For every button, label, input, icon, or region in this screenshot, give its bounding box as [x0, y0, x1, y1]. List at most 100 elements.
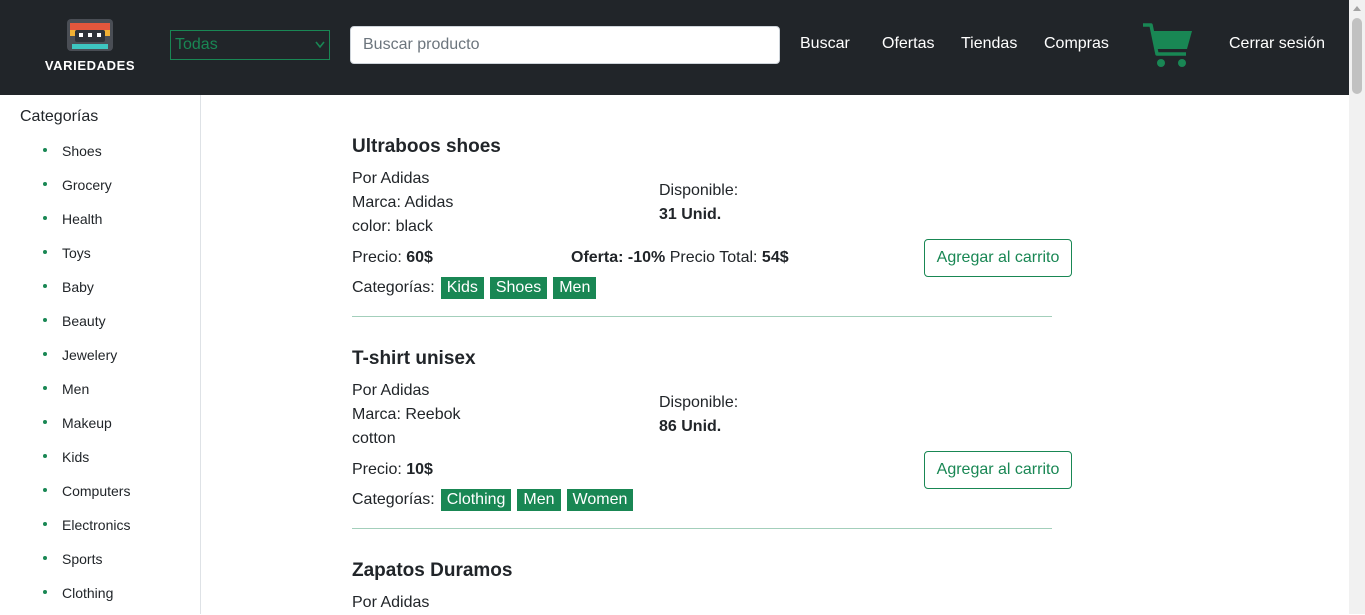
sidebar-item-electronics[interactable]: Electronics: [0, 513, 200, 547]
product-card: Ultraboos shoes Por Adidas Marca: Adidas…: [352, 136, 1072, 336]
sidebar-item-label: Makeup: [62, 415, 112, 431]
sidebar-item-label: Electronics: [62, 517, 131, 533]
bullet-icon: [43, 522, 47, 526]
sidebar-item-label: Clothing: [62, 585, 114, 601]
bullet-icon: [43, 284, 47, 288]
product-title[interactable]: Ultraboos shoes: [352, 136, 501, 158]
sidebar-item-label: Grocery: [62, 177, 112, 193]
category-badge[interactable]: Men: [517, 489, 561, 511]
offer-value: -10%: [627, 249, 666, 266]
navbar: VARIEDADES Todas Buscar producto Buscar …: [0, 0, 1349, 95]
bullet-icon: [43, 556, 47, 560]
search-placeholder: Buscar producto: [363, 36, 480, 53]
price-label: Precio:: [352, 461, 402, 478]
search-input[interactable]: Buscar producto: [350, 26, 780, 64]
add-to-cart-button[interactable]: Agregar al carrito: [924, 451, 1072, 489]
price-line: Precio: 10$: [352, 461, 433, 479]
availability-value: 86 Unid.: [659, 418, 722, 435]
availability-value: 31 Unid.: [659, 206, 722, 223]
price-value: 10$: [406, 461, 433, 478]
product-seller: Por Adidas: [352, 382, 430, 399]
bullet-icon: [43, 250, 47, 254]
bullet-icon: [43, 590, 47, 594]
offer-line: Oferta: -10% Precio Total: 54$: [571, 249, 789, 267]
total-price-value: 54$: [761, 249, 789, 266]
bullet-icon: [43, 318, 47, 322]
nav-purchases-link[interactable]: Compras: [1044, 35, 1109, 53]
bullet-icon: [43, 454, 47, 458]
product-detail: cotton: [352, 430, 396, 447]
sidebar-item-baby[interactable]: Baby: [0, 275, 200, 309]
bullet-icon: [43, 420, 47, 424]
sidebar-item-makeup[interactable]: Makeup: [0, 411, 200, 445]
scroll-up-arrow-icon[interactable]: [1353, 5, 1361, 11]
bullet-icon: [43, 386, 47, 390]
product-detail: color: black: [352, 218, 433, 235]
product-categories: Categorías: Clothing Men Women: [352, 489, 634, 511]
nav-search-link[interactable]: Buscar: [800, 35, 850, 53]
sidebar-item-label: Health: [62, 211, 103, 227]
sidebar-item-label: Shoes: [62, 143, 102, 159]
bullet-icon: [43, 488, 47, 492]
category-badge[interactable]: Shoes: [489, 277, 548, 299]
sidebar-item-sports[interactable]: Sports: [0, 547, 200, 581]
add-to-cart-button[interactable]: Agregar al carrito: [924, 239, 1072, 277]
category-badge[interactable]: Men: [553, 277, 597, 299]
sidebar-item-kids[interactable]: Kids: [0, 445, 200, 479]
sidebar-item-men[interactable]: Men: [0, 377, 200, 411]
product-seller: Por Adidas: [352, 594, 430, 611]
bullet-icon: [43, 216, 47, 220]
categories-label: Categorías:: [352, 279, 435, 296]
cassette-logo-icon: [67, 19, 113, 51]
category-badge[interactable]: Clothing: [440, 489, 512, 511]
product-seller: Por Adidas: [352, 170, 430, 187]
sidebar-category-list: Shoes Grocery Health Toys Baby Beauty Je…: [0, 139, 200, 615]
price-value: 60$: [406, 249, 433, 266]
bullet-icon: [43, 148, 47, 152]
sidebar-item-label: Men: [62, 381, 90, 397]
sidebar-item-jewelery[interactable]: Jewelery: [0, 343, 200, 377]
sidebar-item-label: Baby: [62, 279, 94, 295]
category-badge[interactable]: Kids: [440, 277, 484, 299]
logout-link[interactable]: Cerrar sesión: [1229, 35, 1325, 53]
product-card: Zapatos Duramos Por Adidas: [352, 560, 1052, 614]
sidebar-item-clothing[interactable]: Clothing: [0, 581, 200, 615]
product-card: T-shirt unisex Por Adidas Marca: Reebok …: [352, 348, 1072, 548]
categories-label: Categorías:: [352, 491, 435, 508]
availability-label: Disponible:: [659, 394, 739, 411]
category-select-value: Todas: [175, 36, 218, 53]
sidebar-item-health[interactable]: Health: [0, 207, 200, 241]
availability-label: Disponible:: [659, 182, 739, 199]
sidebar-title: Categorías: [20, 108, 99, 125]
product-title[interactable]: Zapatos Duramos: [352, 560, 512, 582]
price-label: Precio:: [352, 249, 402, 266]
page-scrollbar[interactable]: [1349, 0, 1365, 614]
product-divider: [352, 528, 1052, 529]
sidebar-item-toys[interactable]: Toys: [0, 241, 200, 275]
product-title[interactable]: T-shirt unisex: [352, 348, 476, 370]
bullet-icon: [43, 352, 47, 356]
logo[interactable]: VARIEDADES: [38, 18, 142, 76]
sidebar-item-label: Jewelery: [62, 347, 118, 363]
scroll-thumb[interactable]: [1352, 18, 1362, 94]
nav-offers-link[interactable]: Ofertas: [882, 35, 934, 53]
chevron-down-icon: [315, 41, 325, 49]
sidebar-item-label: Beauty: [62, 313, 106, 329]
sidebar-item-beauty[interactable]: Beauty: [0, 309, 200, 343]
sidebar-item-label: Sports: [62, 551, 103, 567]
offer-label: Oferta:: [571, 249, 624, 266]
category-select[interactable]: Todas: [170, 30, 330, 60]
sidebar-item-shoes[interactable]: Shoes: [0, 139, 200, 173]
shopping-cart-icon[interactable]: [1142, 22, 1194, 70]
bullet-icon: [43, 182, 47, 186]
sidebar-item-label: Computers: [62, 483, 131, 499]
product-brand: Marca: Adidas: [352, 194, 454, 211]
sidebar-item-label: Kids: [62, 449, 90, 465]
logo-text: VARIEDADES: [44, 58, 136, 73]
sidebar-item-label: Toys: [62, 245, 91, 261]
total-price-label: Precio Total:: [669, 249, 758, 266]
sidebar-item-grocery[interactable]: Grocery: [0, 173, 200, 207]
sidebar-item-computers[interactable]: Computers: [0, 479, 200, 513]
nav-stores-link[interactable]: Tiendas: [961, 35, 1017, 53]
category-badge[interactable]: Women: [566, 489, 634, 511]
